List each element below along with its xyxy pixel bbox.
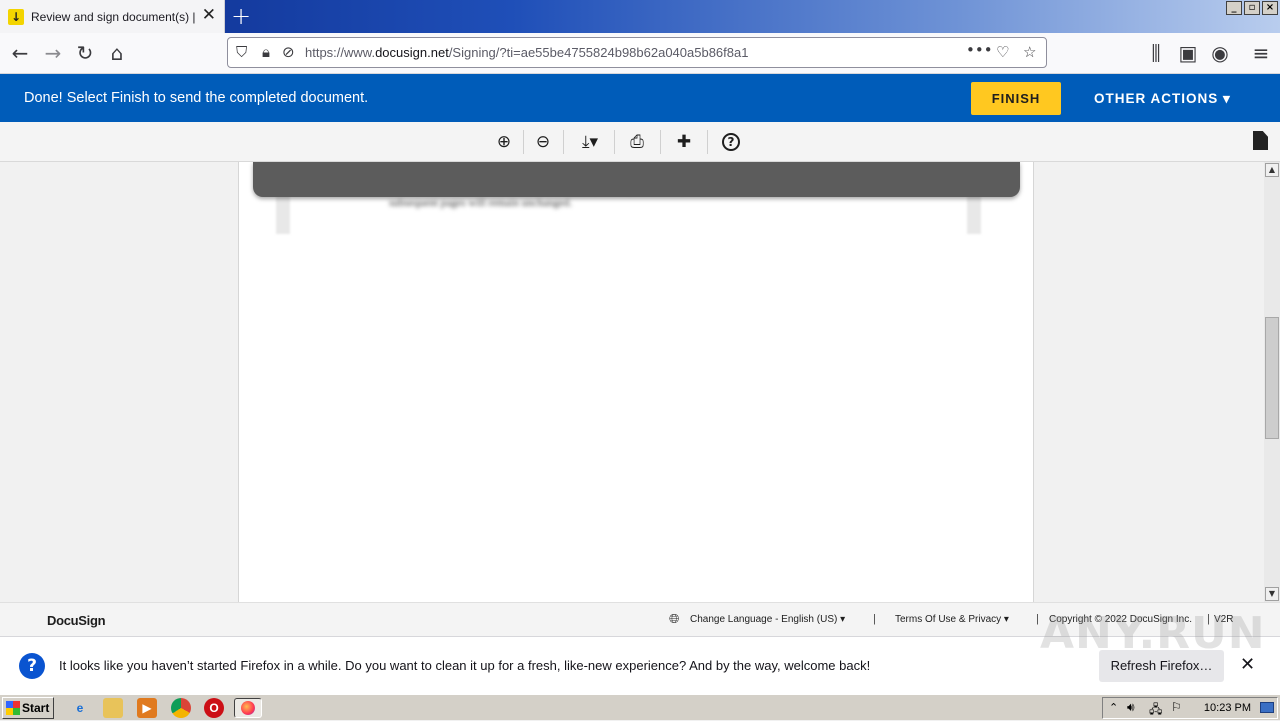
other-actions-button[interactable]: OTHER ACTIONS ▾ [1094, 91, 1231, 107]
volume-icon[interactable]: 🔊︎ [1127, 700, 1135, 715]
new-tab-button[interactable]: + [231, 3, 251, 29]
docusign-logo: DocuSign [47, 613, 106, 628]
home-icon[interactable]: ⌂ [105, 41, 129, 65]
docusign-footer: DocuSign 🌐︎ Change Language - English (U… [0, 602, 1280, 636]
clock: 10:23 PM [1203, 702, 1251, 714]
account-icon[interactable]: ◉ [1208, 41, 1232, 65]
navigation-bar: ← → ↻ ⌂ ⛉ 🔒︎ ⊘ https://www.docusign.net/… [0, 33, 1280, 74]
docusign-banner: Done! Select Finish to send the complete… [0, 74, 1280, 122]
taskbar: Start e ▶ O ⌃ 🔊︎ 🖧 ⚐ 10:23 PM [0, 694, 1280, 720]
sidebar-icon[interactable]: ▣ [1176, 41, 1200, 65]
document-viewport[interactable]: some obscured text on the first page, wi… [0, 162, 1264, 602]
tab-close-icon[interactable]: ✕ [202, 7, 216, 24]
file-explorer-icon[interactable] [103, 698, 123, 718]
tab-title: Review and sign document(s) | DocuSign [31, 9, 197, 24]
scrollbar-thumb[interactable] [1265, 317, 1279, 439]
globe-icon: 🌐︎ [669, 611, 680, 626]
url-bar[interactable]: ⛉ 🔒︎ ⊘ https://www.docusign.net/Signing/… [227, 37, 1047, 68]
zoom-in-icon[interactable]: ⊕ [492, 128, 516, 156]
media-player-icon[interactable]: ▶ [137, 698, 157, 718]
finish-button[interactable]: FINISH [971, 82, 1061, 115]
toolbar-divider [614, 130, 615, 154]
firefox-icon [241, 701, 255, 715]
reload-icon[interactable]: ↻ [73, 41, 97, 65]
copyright-text: Copyright © 2022 DocuSign Inc. [1049, 614, 1193, 625]
menu-icon[interactable]: ≡ [1249, 41, 1273, 65]
add-comment-icon[interactable]: ✚ [672, 128, 696, 156]
footer-separator: | [873, 613, 876, 625]
start-label: Start [22, 701, 50, 715]
lock-icon[interactable]: 🔒︎ [262, 43, 270, 61]
vertical-scrollbar[interactable]: ▲ ▼ [1264, 162, 1280, 602]
firefox-notification-bar: ? It looks like you haven’t started Fire… [0, 636, 1280, 694]
pocket-icon[interactable]: ♡ [996, 43, 1009, 61]
forward-icon[interactable]: → [41, 41, 65, 65]
toolbar-divider [563, 130, 564, 154]
banner-message: Done! Select Finish to send the complete… [24, 90, 369, 106]
library-icon[interactable]: ⫼ [1144, 41, 1168, 65]
print-icon[interactable]: ⎙ [625, 128, 649, 156]
refresh-firefox-button[interactable]: Refresh Firefox… [1099, 650, 1224, 682]
change-language-link[interactable]: Change Language - English (US) ▾ [690, 614, 845, 625]
footer-separator: | [1036, 613, 1039, 625]
download-icon: ↓ [8, 8, 24, 25]
action-center-flag-icon[interactable]: ⚐ [1171, 700, 1182, 714]
close-notification-icon[interactable]: ✕ [1240, 654, 1255, 675]
document-overlay [253, 162, 1020, 197]
more-actions-icon[interactable]: ••• [966, 41, 993, 59]
url-text: https://www.docusign.net/Signing/?ti=ae5… [305, 45, 749, 60]
version-text: V2R [1214, 614, 1234, 625]
show-hidden-icons-icon[interactable]: ⌃ [1109, 701, 1118, 714]
opera-icon[interactable]: O [204, 698, 224, 718]
network-icon[interactable]: 🖧 [1149, 700, 1162, 721]
scroll-up-icon[interactable]: ▲ [1265, 163, 1279, 177]
document-toolbar: ⊕ ⊖ ⤓▾ ⎙ ✚ ? [0, 122, 1280, 162]
question-icon: ? [19, 653, 45, 679]
toolbar-divider [523, 130, 524, 154]
bookmark-star-icon[interactable]: ☆ [1023, 43, 1036, 61]
back-icon[interactable]: ← [8, 41, 32, 65]
download-icon[interactable]: ⤓▾ [573, 128, 607, 156]
system-tray: ⌃ 🔊︎ 🖧 ⚐ 10:23 PM [1102, 697, 1278, 719]
toolbar-divider [660, 130, 661, 154]
browser-tab[interactable]: ↓ Review and sign document(s) | DocuSign… [0, 0, 225, 33]
window-controls: _ ▫ × [1226, 1, 1278, 15]
terms-privacy-link[interactable]: Terms Of Use & Privacy ▾ [895, 614, 1009, 625]
scroll-down-icon[interactable]: ▼ [1265, 587, 1279, 601]
document-page: some obscured text on the first page, wi… [238, 162, 1034, 602]
footer-separator: | [1207, 613, 1210, 625]
document-panel-icon[interactable] [1253, 131, 1268, 150]
windows-logo-icon [6, 701, 20, 715]
internet-explorer-icon[interactable]: e [70, 698, 90, 718]
shield-icon[interactable]: ⛉ [236, 43, 247, 61]
minimize-button[interactable]: _ [1226, 1, 1242, 15]
notification-message: It looks like you haven’t started Firefo… [59, 658, 871, 673]
toolbar-divider [707, 130, 708, 154]
help-icon[interactable]: ? [722, 133, 740, 151]
firefox-taskbar-button[interactable] [234, 698, 262, 718]
start-button[interactable]: Start [2, 697, 54, 719]
close-window-button[interactable]: × [1262, 1, 1278, 15]
title-bar: ↓ Review and sign document(s) | DocuSign… [0, 0, 1280, 33]
zoom-out-icon[interactable]: ⊖ [531, 128, 555, 156]
tracking-icon: ⊘ [282, 43, 295, 61]
chrome-icon[interactable] [171, 698, 191, 718]
maximize-button[interactable]: ▫ [1244, 1, 1260, 15]
show-desktop-icon[interactable] [1260, 702, 1274, 713]
